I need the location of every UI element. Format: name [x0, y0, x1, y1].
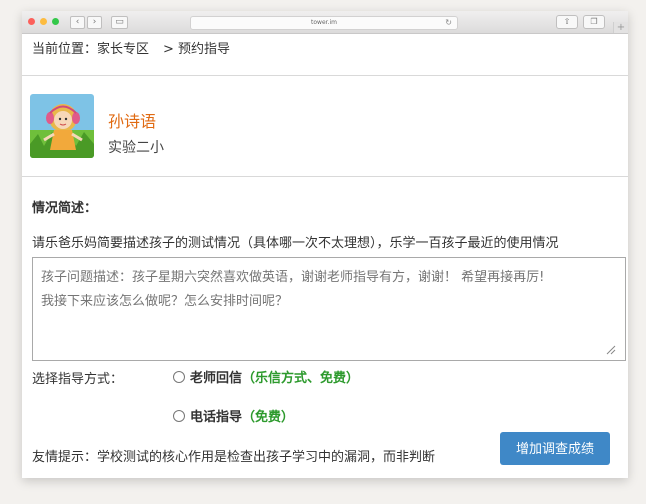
forward-button[interactable]: ›	[87, 16, 102, 29]
radio-option-letter[interactable]: 老师回信（乐信方式、免费）	[173, 367, 359, 386]
option-note: （免费）	[242, 410, 295, 425]
address-bar[interactable]: tower.im ↻	[190, 16, 458, 30]
radio-option-phone[interactable]: 电话指导（免费）	[173, 406, 294, 425]
school-name: 实验二小	[108, 140, 164, 156]
zoom-window-button[interactable]	[52, 18, 59, 25]
breadcrumb-link-parent[interactable]: 家长专区	[97, 42, 149, 57]
sidebar-toggle-button[interactable]: ▭	[111, 16, 128, 29]
chevron-left-icon: ‹	[75, 17, 80, 27]
share-button[interactable]: ⇧	[556, 15, 578, 29]
breadcrumb-prefix: 当前位置：	[32, 42, 98, 57]
reload-icon[interactable]: ↻	[445, 17, 452, 29]
resize-grip-icon[interactable]	[606, 345, 616, 355]
url-text: tower.im	[311, 19, 337, 26]
breadcrumb-separator: >	[163, 42, 174, 57]
new-tab-button[interactable]: +	[613, 22, 628, 33]
radio-button[interactable]	[173, 371, 185, 383]
description-hint: 请乐爸乐妈简要描述孩子的测试情况（具体哪一次不太理想），乐学一百孩子最近的使用情…	[32, 236, 559, 251]
section-title: 情况简述：	[32, 201, 98, 216]
sidebar-icon: ▭	[115, 17, 124, 27]
share-icon: ⇧	[563, 17, 571, 26]
tabs-icon: ❐	[590, 17, 598, 26]
browser-titlebar: ‹ › ▭ tower.im ↻ ⇧ ❐ +	[22, 11, 628, 34]
child-name: 孙诗语	[108, 112, 157, 131]
plus-icon: +	[616, 22, 626, 33]
minimize-window-button[interactable]	[40, 18, 47, 25]
chevron-right-icon: ›	[92, 17, 97, 27]
radio-button[interactable]	[173, 410, 185, 422]
close-window-button[interactable]	[28, 18, 35, 25]
tabs-overview-button[interactable]: ❐	[583, 15, 605, 29]
child-illustration	[30, 94, 94, 158]
friendly-tip: 友情提示：学校测试的核心作用是检查出孩子学习中的漏洞，而非判断	[32, 450, 436, 465]
option-name: 电话指导	[190, 410, 243, 425]
description-textarea[interactable]	[32, 257, 626, 361]
add-survey-score-button[interactable]: 增加调查成绩	[500, 432, 610, 465]
guidance-label: 选择指导方式：	[32, 372, 124, 387]
divider	[22, 176, 628, 177]
divider	[22, 75, 628, 76]
back-button[interactable]: ‹	[70, 16, 85, 29]
breadcrumb-current: 预约指导	[177, 42, 230, 57]
browser-window: ‹ › ▭ tower.im ↻ ⇧ ❐ + 当前位置：家长专区 >预约指导	[22, 11, 628, 478]
option-name: 老师回信	[190, 371, 243, 386]
option-note: （乐信方式、免费）	[242, 371, 360, 386]
avatar	[30, 94, 94, 158]
breadcrumb: 当前位置：家长专区 > 预约指导	[32, 38, 230, 57]
